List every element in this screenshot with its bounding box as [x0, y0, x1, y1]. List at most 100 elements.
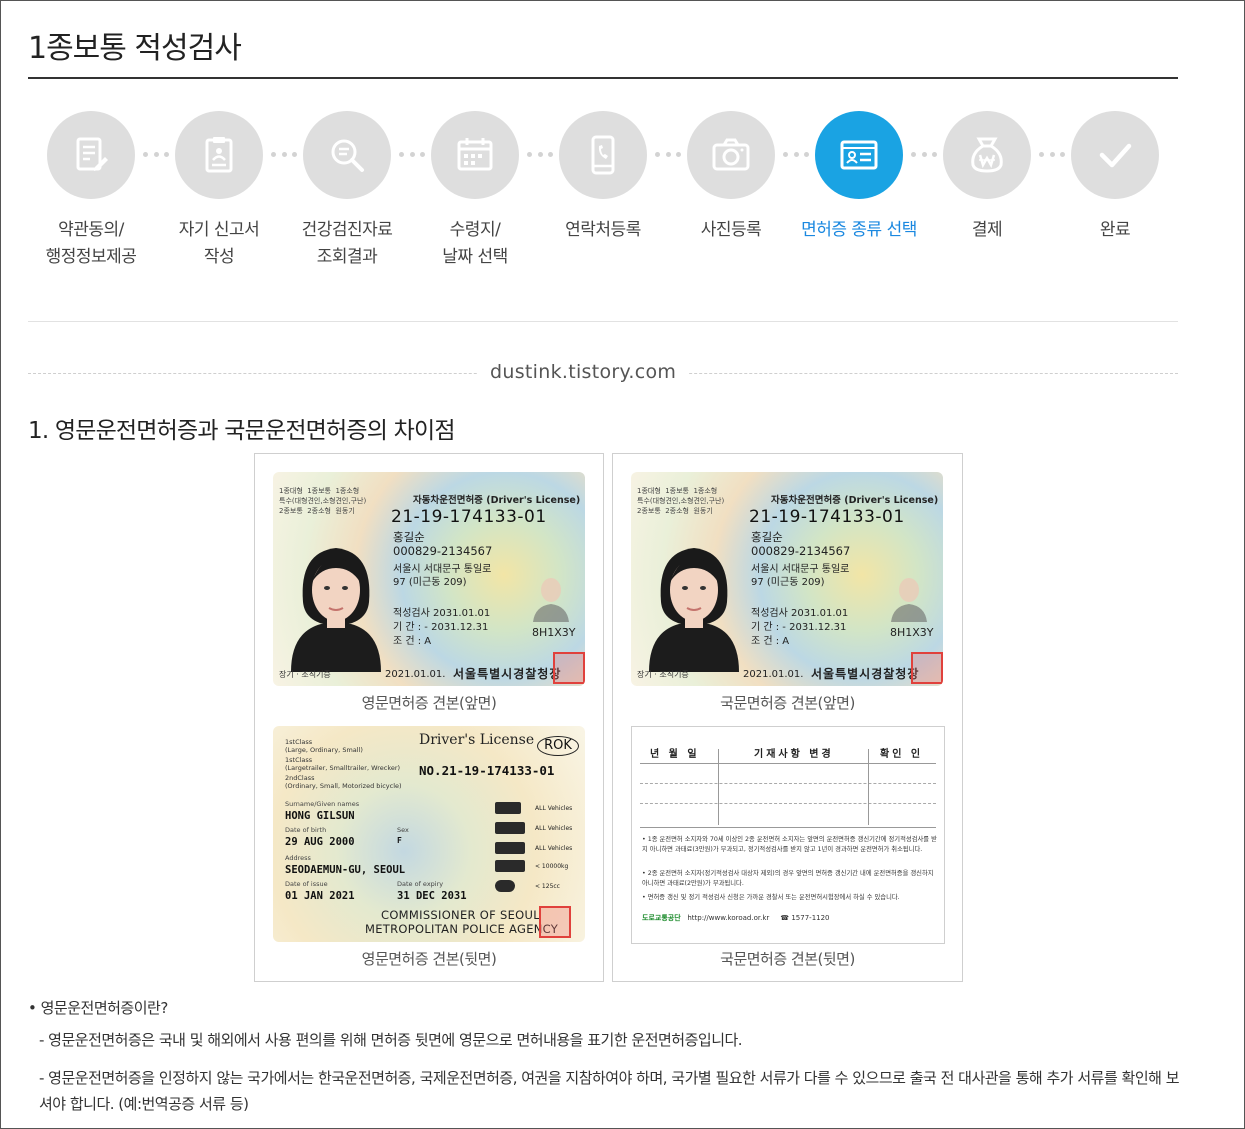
step-photo: 사진등록 — [666, 111, 796, 244]
phone-icon — [559, 111, 647, 199]
organization-footer: 도로교통공단 http://www.koroad.or.kr ☎ 1577-11… — [642, 913, 830, 923]
table-header: 기재사항 변경 — [754, 749, 834, 760]
field-label: Date of issue — [285, 880, 328, 888]
license-name: 홍길순 — [751, 530, 783, 544]
page-frame: 1종보통 적성검사 약관동의/ 행정정보제공 자기 신고서 작성 건강검진자료 … — [0, 0, 1245, 1129]
id-card-icon — [815, 111, 903, 199]
license-code: 8H1X3Y — [532, 626, 576, 639]
issue-date: 01 JAN 2021 — [285, 890, 355, 902]
check-icon — [1071, 111, 1159, 199]
vehicle-class: ALL Vehicles — [535, 825, 573, 832]
money-bag-icon — [943, 111, 1031, 199]
field-label: Surname/Given names — [285, 800, 360, 808]
step-label: 자기 신고서 작성 — [178, 220, 260, 267]
bus-icon — [495, 822, 525, 834]
license-code: 8H1X3Y — [890, 626, 934, 639]
step-complete: 완료 — [1050, 111, 1180, 244]
step-label: 연락처등록 — [565, 220, 641, 240]
license-title: Driver's License — [419, 732, 535, 748]
class-info: 1stClass (Large, Ordinary, Small) — [285, 738, 363, 754]
step-label: 완료 — [1099, 220, 1131, 240]
commissioner-line: COMMISSIONER OF SEOUL — [381, 908, 540, 922]
vehicle-class: ALL Vehicles — [535, 845, 573, 852]
table-column-line — [718, 749, 719, 825]
issue-date: 2021.01.01. — [385, 669, 446, 680]
license-name: 홍길순 — [393, 530, 425, 544]
info-heading: • 영문운전면허증이란? — [28, 999, 168, 1017]
license-condition: 조 건 : A — [393, 636, 432, 647]
motorcycle-icon — [495, 880, 515, 892]
license-id: 000829-2134567 — [751, 544, 851, 558]
holder-address: SEODAEMUN-GU, SEOUL — [285, 864, 406, 876]
field-label: Address — [285, 854, 311, 862]
section-title: 1. 영문운전면허증과 국문운전면허증의 차이점 — [28, 418, 456, 444]
search-document-icon — [303, 111, 391, 199]
table-rule — [640, 827, 936, 828]
step-progress: 약관동의/ 행정정보제공 자기 신고서 작성 건강검진자료 조회결과 수령지/ … — [46, 111, 1167, 281]
van-icon — [495, 860, 525, 872]
english-license-panel: 1종대형 1종보통 1종소형 특수(대형견인,소형견인,구난) 2종보통 2종소… — [254, 453, 604, 982]
license-period: 기 간 : - 2031.12.31 — [393, 622, 489, 633]
organ-donor-label: 장기 · 조직기증 — [637, 670, 689, 679]
license-address-detail: 97 (미근동 209) — [393, 577, 467, 588]
class-info: 2ndClass (Ordinary, Small, Motorized bic… — [285, 774, 402, 790]
field-label: Date of birth — [285, 826, 327, 834]
info-paragraph: - 영문운전면허증은 국내 및 해외에서 사용 편의를 위해 면허증 뒷면에 영… — [39, 1031, 743, 1049]
table-header: 년 월 일 — [650, 749, 700, 760]
notice-text: • 2종 운전면허 소지자(정기적성검사 대상자 제외)의 경우 앞면의 면허증… — [642, 870, 934, 887]
class-info: 1stClass (Largetrailer, Smalltrailer, Wr… — [285, 756, 401, 772]
section-divider — [28, 321, 1178, 322]
portrait-photo — [649, 548, 739, 672]
step-self-report: 자기 신고서 작성 — [154, 111, 284, 271]
license-type: 자동차운전면허증 (Driver's License) — [413, 495, 581, 506]
step-license-type: 면허증 종류 선택 — [794, 111, 924, 244]
website-url: http://www.koroad.or.kr — [687, 914, 770, 922]
caption-en-back: 영문면허증 견본(뒷면) — [361, 950, 497, 968]
step-label: 약관동의/ 행정정보제공 — [45, 220, 137, 267]
official-seal — [911, 652, 943, 684]
license-period: 기 간 : - 2031.12.31 — [751, 622, 847, 633]
koroad-logo-text: 도로교통공단 — [642, 914, 681, 922]
table-rule — [640, 783, 936, 784]
table-rule — [640, 803, 936, 804]
info-paragraph: - 영문운전면허증을 인정하지 않는 국가에서는 한국운전면허증, 국제운전면허… — [39, 1069, 1180, 1113]
korean-license-front-image: 1종대형 1종보통 1종소형 특수(대형견인,소형견인,구난) 2종보통 2종소… — [631, 472, 943, 686]
notice-text: • 면허증 갱신 및 정기 적성검사 신청은 가까운 경찰서 또는 운전면허시험… — [642, 894, 900, 901]
license-classes: 1종대형 1종보통 1종소형 특수(대형견인,소형견인,구난) 2종보통 2종소… — [637, 487, 725, 515]
license-exam: 적성검사 2031.01.01 — [393, 608, 491, 619]
ghost-portrait — [533, 578, 569, 622]
step-contact: 연락처등록 — [538, 111, 668, 244]
birth-date: 29 AUG 2000 — [285, 836, 355, 848]
license-number: 21-19-174133-01 — [749, 507, 905, 527]
issuing-authority: 서울특별시경찰청장 — [811, 667, 920, 681]
table-column-line — [868, 749, 869, 825]
caption-en-front: 영문면허증 견본(앞면) — [361, 694, 497, 712]
license-number: 21-19-174133-01 — [391, 507, 547, 527]
license-number: NO.21-19-174133-01 — [419, 763, 555, 778]
license-type: 자동차운전면허증 (Driver's License) — [771, 495, 939, 506]
step-health-check: 건강검진자료 조회결과 — [282, 111, 412, 271]
commissioner-line: METROPOLITAN POLICE AGENCY — [365, 922, 559, 936]
calendar-icon — [431, 111, 519, 199]
field-label: Sex — [397, 826, 409, 834]
english-license-back-image: 1stClass (Large, Ordinary, Small) 1stCla… — [273, 726, 585, 942]
table-rule — [640, 763, 936, 764]
step-label: 면허증 종류 선택 — [801, 220, 917, 240]
ghost-portrait — [891, 578, 927, 622]
issue-date: 2021.01.01. — [743, 669, 804, 680]
vehicle-class: < 10000kg — [535, 863, 569, 870]
issuing-authority: 서울특별시경찰청장 — [453, 667, 562, 681]
watermark-text: dustink.tistory.com — [478, 361, 689, 383]
sex-value: F — [397, 836, 402, 845]
english-license-front-image: 1종대형 1종보통 1종소형 특수(대형견인,소형견인,구난) 2종보통 2종소… — [273, 472, 585, 686]
expiry-date: 31 DEC 2031 — [397, 890, 467, 902]
holder-name: HONG GILSUN — [285, 810, 355, 822]
table-header: 확인 인 — [880, 749, 924, 760]
camera-icon — [687, 111, 775, 199]
title-divider — [28, 77, 1178, 79]
country-code: ROK — [537, 736, 579, 756]
step-label: 수령지/ 날짜 선택 — [442, 220, 508, 267]
official-seal — [553, 652, 585, 684]
step-terms: 약관동의/ 행정정보제공 — [26, 111, 156, 271]
caption-kr-back: 국문면허증 견본(뒷면) — [720, 950, 855, 968]
